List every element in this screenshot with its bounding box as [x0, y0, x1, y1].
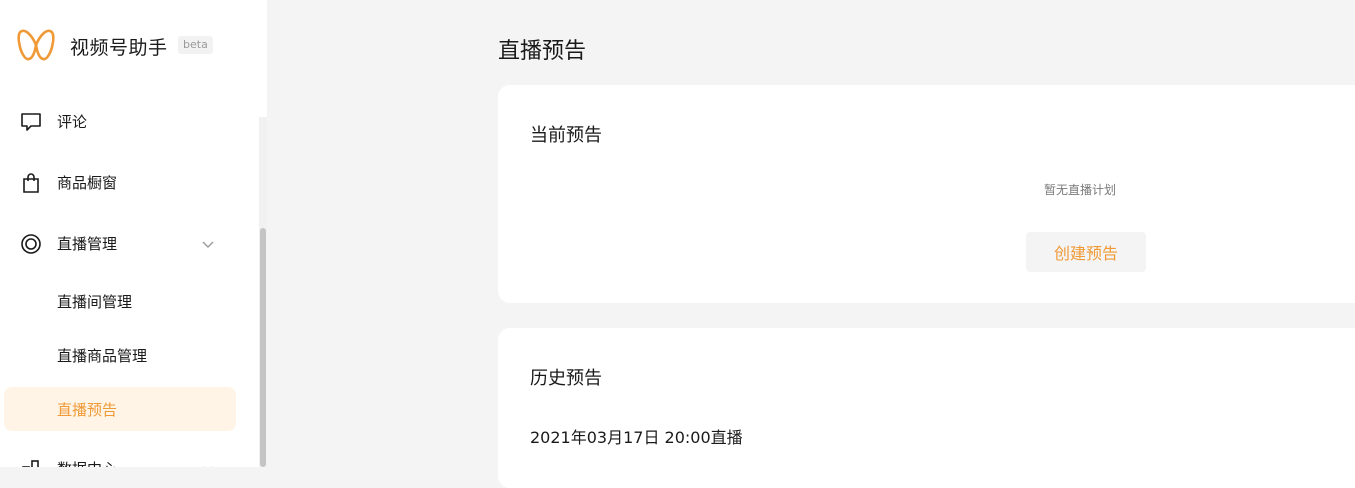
sidebar-subitem-live-room[interactable]: 直播间管理	[0, 281, 240, 325]
sidebar-subitem-label: 直播预告	[57, 401, 118, 419]
beta-badge: beta	[178, 36, 213, 54]
create-preview-button[interactable]: 创建预告	[1026, 232, 1146, 272]
sidebar-item-label: 直播管理	[57, 235, 118, 253]
chevron-down-icon	[200, 236, 216, 252]
sidebar-item-label: 数据中心	[57, 459, 117, 467]
sidebar-item-label: 商品橱窗	[57, 174, 118, 192]
chevron-down-icon	[200, 461, 216, 467]
data-chart-icon	[20, 458, 42, 467]
live-circle-icon	[20, 233, 42, 255]
sidebar-item-comments[interactable]: 评论	[0, 102, 240, 142]
empty-state-text: 暂无直播计划	[1044, 183, 1117, 197]
sidebar-subitem-label: 直播商品管理	[57, 347, 148, 365]
sidebar-item-live-management[interactable]: 直播管理	[0, 224, 240, 264]
sidebar-item-product-window[interactable]: 商品橱窗	[0, 163, 240, 203]
card-title: 当前预告	[530, 125, 602, 146]
sidebar-item-label: 评论	[57, 113, 88, 131]
shopping-bag-icon	[20, 172, 42, 194]
current-preview-card: 当前预告 暂无直播计划 创建预告	[498, 85, 1355, 303]
brand-header: 视频号助手 beta	[0, 0, 267, 92]
sidebar: 评论 商品橱窗 直播管理 直播间管理 直播商品管理 直播预告 视频号助手 bet…	[0, 0, 267, 467]
card-title: 历史预告	[530, 368, 602, 389]
sidebar-item-data-center[interactable]: 数据中心	[0, 450, 240, 467]
sidebar-scrollbar-thumb[interactable]	[260, 228, 266, 467]
brand-logo	[17, 27, 55, 63]
comment-icon	[20, 111, 42, 133]
sidebar-subitem-live-products[interactable]: 直播商品管理	[0, 335, 240, 379]
brand-name: 视频号助手	[70, 37, 168, 59]
sidebar-subitem-live-preview[interactable]: 直播预告	[4, 387, 236, 431]
page-title: 直播预告	[498, 39, 587, 64]
sidebar-subitem-label: 直播间管理	[57, 293, 133, 311]
history-preview-card: 历史预告 2021年03月17日 20:00直播	[498, 328, 1355, 488]
history-list-item[interactable]: 2021年03月17日 20:00直播	[530, 424, 743, 448]
